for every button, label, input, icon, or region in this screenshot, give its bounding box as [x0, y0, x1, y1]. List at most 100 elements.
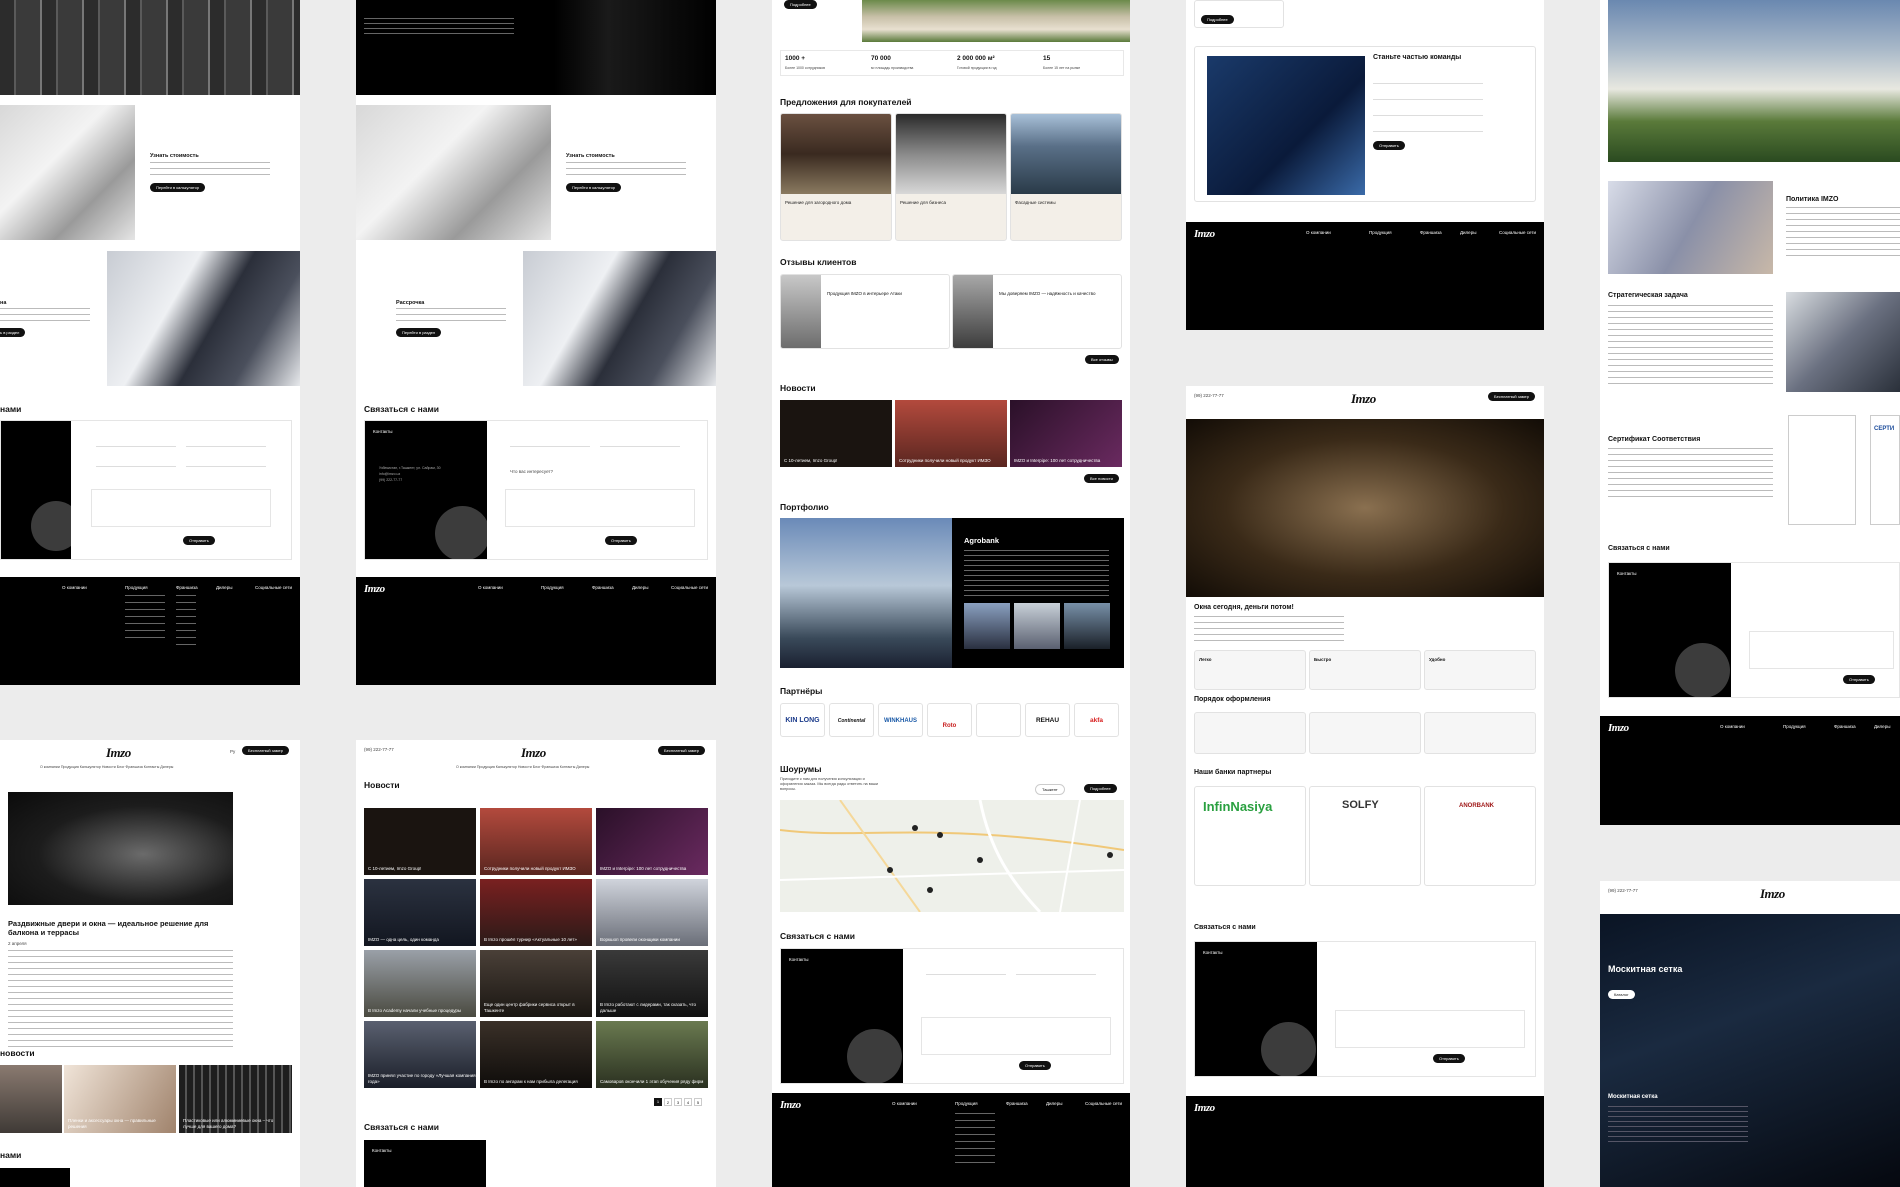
team-send-button[interactable]: Отправить: [1373, 141, 1405, 150]
news-tile[interactable]: IMZO и Interpipe: 100 лет сотрудничества: [596, 808, 708, 875]
certificate-image-2[interactable]: СЕРТИ: [1870, 415, 1900, 525]
offer-card[interactable]: Решение для бизнеса: [895, 113, 1007, 241]
news-tile[interactable]: С 10-летием, Imzo Group!: [780, 400, 892, 467]
callback-button[interactable]: Бесплатный замер: [242, 746, 290, 755]
all-news-button[interactable]: Все новости: [1084, 474, 1119, 483]
bank-card[interactable]: SOLFY: [1309, 786, 1421, 886]
news-tile[interactable]: Самоваров окончили 1 этап обучения ряду …: [596, 1021, 708, 1088]
page-4[interactable]: 4: [684, 1098, 692, 1106]
main-nav[interactable]: О компании Продукция Калькулятор Новости…: [456, 765, 589, 770]
top-button[interactable]: Подробнее: [1201, 15, 1234, 24]
lang-switch[interactable]: Ру: [230, 749, 235, 755]
phone-field[interactable]: [600, 446, 680, 447]
card1-button[interactable]: Перейти в калькулятор: [150, 183, 206, 192]
portfolio-thumb[interactable]: [1014, 603, 1060, 649]
news-tile[interactable]: С 10-летием, Imzo Group!: [364, 808, 476, 875]
footer-production[interactable]: Продукция: [1783, 724, 1806, 729]
resume-field[interactable]: [1373, 131, 1483, 132]
footer-franchise[interactable]: Франшиза: [1006, 1101, 1028, 1106]
bank-card[interactable]: InfinNasiya: [1194, 786, 1306, 886]
email-field[interactable]: [1373, 115, 1483, 116]
name-field[interactable]: [1373, 83, 1483, 84]
footer-company[interactable]: О компании: [478, 585, 503, 590]
send-button[interactable]: Отправить: [1433, 1054, 1465, 1063]
main-nav[interactable]: О компании Продукция Калькулятор Новости…: [40, 765, 173, 770]
review-card[interactable]: Мы доверяем IMZO — надёжность и качество: [952, 274, 1122, 349]
offer-card[interactable]: Решение для загородного дома: [780, 113, 892, 241]
footer-franchise[interactable]: Франшиза: [1420, 230, 1442, 235]
footer-franchise[interactable]: Франшиза: [592, 585, 614, 590]
message-field[interactable]: [505, 489, 695, 527]
footer-dealers[interactable]: Дилеры: [1874, 724, 1890, 729]
footer-franchise[interactable]: Франшиза: [176, 585, 198, 590]
callback-button[interactable]: Бесплатный замер: [658, 746, 706, 755]
footer-social[interactable]: Социальные сети: [1085, 1101, 1122, 1106]
card2-button[interactable]: Перейти в раздел: [396, 328, 442, 337]
message-field[interactable]: [1749, 631, 1894, 669]
news-tile[interactable]: Пластиковые или алюминиевые окна – что л…: [179, 1065, 292, 1133]
footer-production[interactable]: Продукция: [541, 585, 564, 590]
footer-company[interactable]: О компании: [892, 1101, 917, 1106]
footer-social[interactable]: Социальные сети: [255, 585, 292, 590]
city-field[interactable]: [186, 466, 266, 467]
news-tile[interactable]: IMZO — одна цель, один команда: [364, 879, 476, 946]
page-1[interactable]: 1: [654, 1098, 662, 1106]
news-tile[interactable]: IMZO и Interpipe: 100 лет сотрудничества: [1010, 400, 1122, 467]
send-button[interactable]: Отправить: [605, 536, 637, 545]
footer-franchise[interactable]: Франшиза: [1834, 724, 1856, 729]
news-tile[interactable]: В Imzo работают с лидерами, так сказать,…: [596, 950, 708, 1017]
email-field[interactable]: [96, 466, 176, 467]
footer-dealers[interactable]: Дилеры: [1046, 1101, 1062, 1106]
contact-phone[interactable]: (99) 222-77-77: [379, 478, 402, 484]
name-field[interactable]: [96, 446, 176, 447]
portfolio-thumb[interactable]: [964, 603, 1010, 649]
review-card[interactable]: Продукция IMZO в интерьере Атаки: [780, 274, 950, 349]
phone-top[interactable]: (99) 222-77-77: [1608, 888, 1638, 894]
city-select[interactable]: Ташкент: [1035, 784, 1065, 795]
footer-company[interactable]: О компании: [1306, 230, 1331, 235]
send-button[interactable]: Отправить: [1843, 675, 1875, 684]
phone-field[interactable]: [1016, 974, 1096, 975]
phone-field[interactable]: [186, 446, 266, 447]
page-3[interactable]: 3: [674, 1098, 682, 1106]
phone-field[interactable]: [1373, 99, 1483, 100]
footer-dealers[interactable]: Дилеры: [216, 585, 232, 590]
footer-social[interactable]: Социальные сети: [671, 585, 708, 590]
name-field[interactable]: [510, 446, 590, 447]
message-field[interactable]: [91, 489, 271, 527]
footer-company[interactable]: О компании: [1720, 724, 1745, 729]
message-field[interactable]: [921, 1017, 1111, 1055]
news-tile[interactable]: В Imzo Academy начали учебные процедуры: [364, 950, 476, 1017]
news-tile[interactable]: Сотрудники получили новый продукт ИМЗО: [895, 400, 1007, 467]
bank-card[interactable]: ANORBANK: [1424, 786, 1536, 886]
footer-dealers[interactable]: Дилеры: [632, 585, 648, 590]
page-5[interactable]: 5: [694, 1098, 702, 1106]
net-button[interactable]: Каталог: [1608, 990, 1635, 999]
message-field[interactable]: [1335, 1010, 1525, 1048]
news-tile[interactable]: В Imzo по ангарам к нам прибыла делегаци…: [480, 1021, 592, 1088]
footer-social[interactable]: Социальные сети: [1499, 230, 1536, 235]
portfolio-thumb[interactable]: [1064, 603, 1110, 649]
news-tile[interactable]: [0, 1065, 62, 1133]
footer-dealers[interactable]: Дилеры: [1460, 230, 1476, 235]
page-2[interactable]: 2: [664, 1098, 672, 1106]
offer-card[interactable]: Фасадные системы: [1010, 113, 1122, 241]
phone-top[interactable]: (99) 222-77-77: [364, 747, 394, 753]
card2-button[interactable]: ь в раздел: [0, 328, 26, 337]
send-button[interactable]: Отправить: [1019, 1061, 1051, 1070]
footer-production[interactable]: Продукция: [1369, 230, 1392, 235]
news-tile[interactable]: В Imzo прошёл турнир «Актуальные 10 лет»: [480, 879, 592, 946]
phone-top[interactable]: (99) 222-77-77: [1194, 393, 1224, 399]
name-field[interactable]: [926, 974, 1006, 975]
showrooms-map[interactable]: [780, 800, 1124, 912]
footer-production[interactable]: Продукция: [125, 585, 148, 590]
news-tile[interactable]: Сотрудники получили новый продукт ИМЗО: [480, 808, 592, 875]
hero-button[interactable]: Подробнее: [784, 0, 817, 9]
all-reviews-button[interactable]: Все отзывы: [1085, 355, 1119, 364]
footer-production[interactable]: Продукция: [955, 1101, 978, 1106]
footer-company[interactable]: О компании: [62, 585, 87, 590]
news-tile[interactable]: Воркшоп провели оконщики компании: [596, 879, 708, 946]
news-tile[interactable]: Еще один центр фабрики сервиса открыт в …: [480, 950, 592, 1017]
send-button[interactable]: Отправить: [183, 536, 215, 545]
news-tile[interactable]: Пленки и аксессуары окна — правильные ре…: [64, 1065, 176, 1133]
